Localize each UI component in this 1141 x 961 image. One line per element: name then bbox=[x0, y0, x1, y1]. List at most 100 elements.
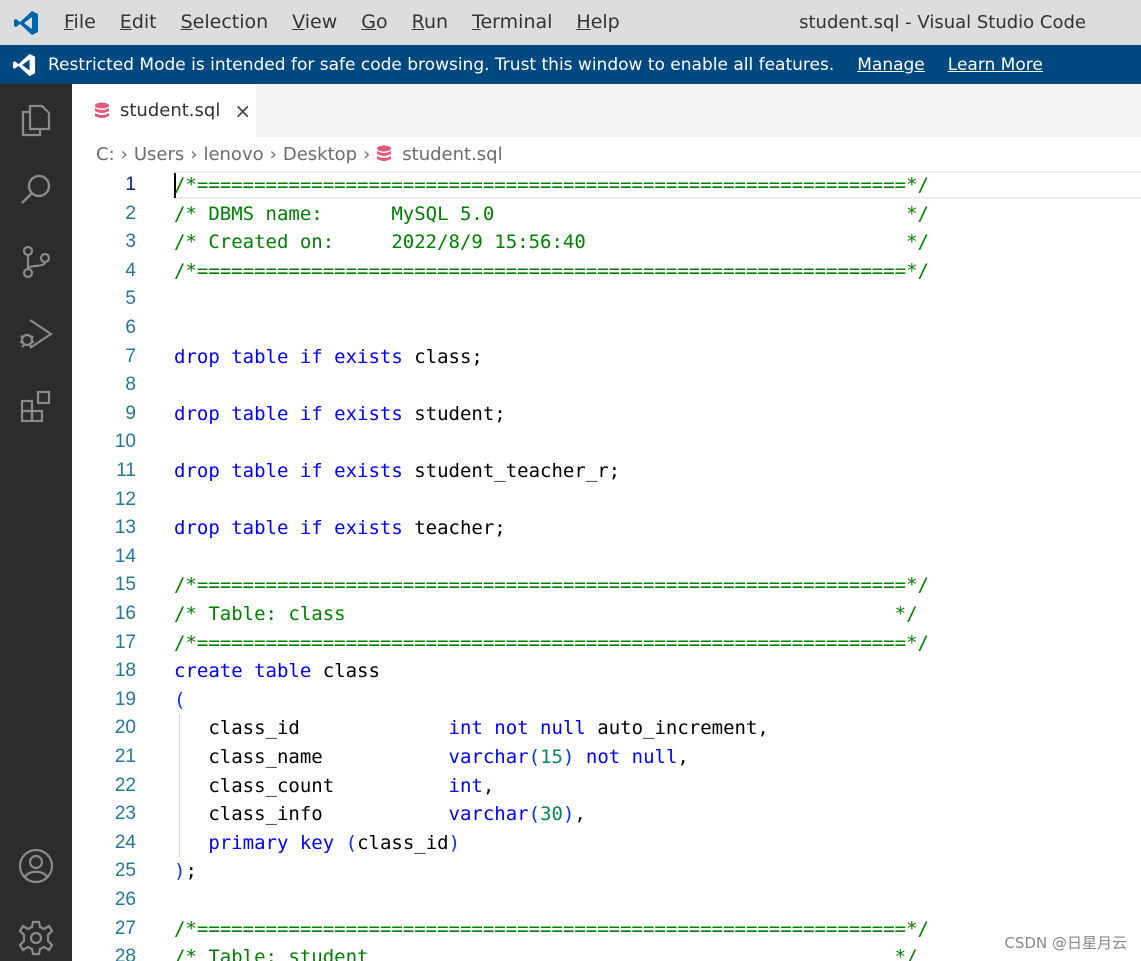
breadcrumb-item[interactable]: C: bbox=[96, 144, 115, 165]
code-text: /*======================================… bbox=[174, 257, 929, 285]
breadcrumb-item[interactable]: lenovo bbox=[203, 144, 263, 165]
learn-more-link[interactable]: Learn More bbox=[948, 55, 1043, 75]
code-token: ) bbox=[448, 831, 461, 854]
line-number: 19 bbox=[114, 688, 136, 710]
line-number: 4 bbox=[125, 259, 136, 281]
source-control-icon[interactable] bbox=[0, 232, 72, 292]
code-token: ; bbox=[185, 860, 197, 883]
menu-item[interactable]: File bbox=[52, 0, 108, 45]
code-token: /* DBMS name: MySQL 5.0 */ bbox=[174, 202, 929, 225]
code-line: 18 create table class bbox=[72, 657, 1141, 686]
code-token: create table bbox=[174, 660, 312, 683]
code-token: ( bbox=[528, 746, 541, 768]
account-icon[interactable] bbox=[0, 836, 72, 896]
line-number: 1 bbox=[125, 174, 136, 195]
line-number: 11 bbox=[116, 460, 136, 481]
code-token: primary key bbox=[208, 831, 335, 854]
code-text: class_name varchar(15) not null, bbox=[174, 743, 689, 771]
code-text: /* Created on: 2022/8/9 15:56:40 */ bbox=[174, 228, 929, 256]
breadcrumb-item[interactable]: Users bbox=[134, 144, 184, 165]
watermark: CSDN @日星月云 bbox=[1004, 934, 1127, 952]
code-token: /*======================================… bbox=[174, 259, 929, 282]
breadcrumb-item[interactable]: Desktop bbox=[283, 144, 357, 165]
code-line: 10 bbox=[72, 428, 1141, 457]
tab-student-sql[interactable]: student.sql × bbox=[72, 84, 256, 137]
code-text: /*======================================… bbox=[174, 571, 929, 599]
line-number: 27 bbox=[114, 917, 136, 939]
menu-item[interactable]: Run bbox=[400, 0, 460, 45]
line-number: 28 bbox=[114, 946, 136, 961]
extensions-icon[interactable] bbox=[0, 376, 72, 436]
breadcrumb: C: › Users › lenovo › Desktop › student.sql bbox=[72, 137, 1141, 171]
line-number: 2 bbox=[125, 202, 136, 224]
line-number: 21 bbox=[114, 746, 136, 767]
code-token: /* Created on: 2022/8/9 15:56:40 */ bbox=[174, 231, 929, 254]
code-text: create table class bbox=[174, 657, 380, 685]
code-token: int bbox=[448, 774, 483, 797]
line-number: 6 bbox=[125, 317, 136, 338]
code-token: int not null bbox=[448, 717, 586, 740]
code-token: not null bbox=[585, 746, 678, 768]
code-token: drop table if exists bbox=[174, 345, 403, 368]
menu-item[interactable]: Selection bbox=[169, 0, 281, 45]
code-text: /* Table: class */ bbox=[174, 600, 918, 628]
menu-item[interactable]: Go bbox=[349, 0, 399, 45]
code-token: varchar bbox=[448, 746, 529, 768]
code-token: class_count bbox=[174, 774, 449, 797]
indent-guide bbox=[179, 714, 180, 858]
code-token: /* Table: student */ bbox=[174, 946, 918, 961]
code-line: 15 /*====================================… bbox=[72, 571, 1141, 600]
code-text: class_count int, bbox=[174, 772, 494, 800]
line-number: 18 bbox=[114, 660, 136, 682]
code-line: 23 class_info varchar(30), bbox=[72, 800, 1141, 829]
code-text: drop table if exists student; bbox=[174, 400, 506, 428]
code-token: auto_increment, bbox=[585, 717, 769, 740]
menu-item[interactable]: Edit bbox=[108, 0, 169, 45]
code-token: 30 bbox=[540, 803, 563, 826]
code-line: 17 /*====================================… bbox=[72, 629, 1141, 658]
line-number: 14 bbox=[114, 545, 136, 567]
manage-link[interactable]: Manage bbox=[857, 55, 925, 75]
code-token: drop table if exists bbox=[174, 517, 403, 540]
code-token: 15 bbox=[540, 746, 563, 768]
code-token: /*======================================… bbox=[174, 917, 929, 940]
editor-tab-strip: student.sql × bbox=[72, 84, 1141, 137]
code-line: 27 /*====================================… bbox=[72, 915, 1141, 944]
code-line: 24 primary key (class_id) bbox=[72, 829, 1141, 858]
code-line: 4 /*=====================================… bbox=[72, 257, 1141, 286]
code-line: 20 class_id int not null auto_increment, bbox=[72, 714, 1141, 743]
code-editor[interactable]: 1 /*=====================================… bbox=[72, 171, 1141, 961]
breadcrumb-file[interactable]: student.sql bbox=[376, 144, 503, 165]
code-text: /* Table: student */ bbox=[174, 943, 918, 961]
code-text: /*======================================… bbox=[174, 629, 929, 657]
line-number: 3 bbox=[125, 231, 136, 253]
line-number: 9 bbox=[125, 402, 136, 424]
search-icon[interactable] bbox=[0, 160, 72, 220]
code-token: , bbox=[482, 774, 495, 797]
code-token: ( bbox=[528, 803, 541, 826]
code-text: /*======================================… bbox=[174, 171, 929, 199]
code-token: varchar bbox=[448, 803, 529, 826]
close-icon[interactable]: × bbox=[234, 99, 251, 123]
code-token: class_name bbox=[174, 746, 449, 768]
code-text: drop table if exists class; bbox=[174, 343, 483, 371]
menu-bar: File Edit Selection View Go Run Terminal Help bbox=[52, 0, 632, 45]
code-line: 8 bbox=[72, 371, 1141, 400]
explorer-icon[interactable] bbox=[0, 90, 72, 150]
line-number: 15 bbox=[114, 574, 136, 596]
code-line: 22 class_count int, bbox=[72, 772, 1141, 801]
code-token: ( bbox=[345, 831, 358, 854]
menu-item[interactable]: View bbox=[280, 0, 349, 45]
run-debug-icon[interactable] bbox=[0, 304, 72, 364]
line-number: 12 bbox=[114, 488, 136, 510]
line-number: 7 bbox=[125, 345, 136, 367]
menu-item[interactable]: Terminal bbox=[460, 0, 564, 45]
code-token: /* Table: class */ bbox=[174, 603, 918, 625]
settings-gear-icon[interactable] bbox=[0, 908, 72, 961]
code-token: /*======================================… bbox=[174, 174, 929, 196]
line-number: 26 bbox=[114, 889, 136, 910]
code-token: ( bbox=[174, 688, 186, 711]
line-number: 25 bbox=[114, 860, 136, 882]
menu-item[interactable]: Help bbox=[564, 0, 631, 45]
